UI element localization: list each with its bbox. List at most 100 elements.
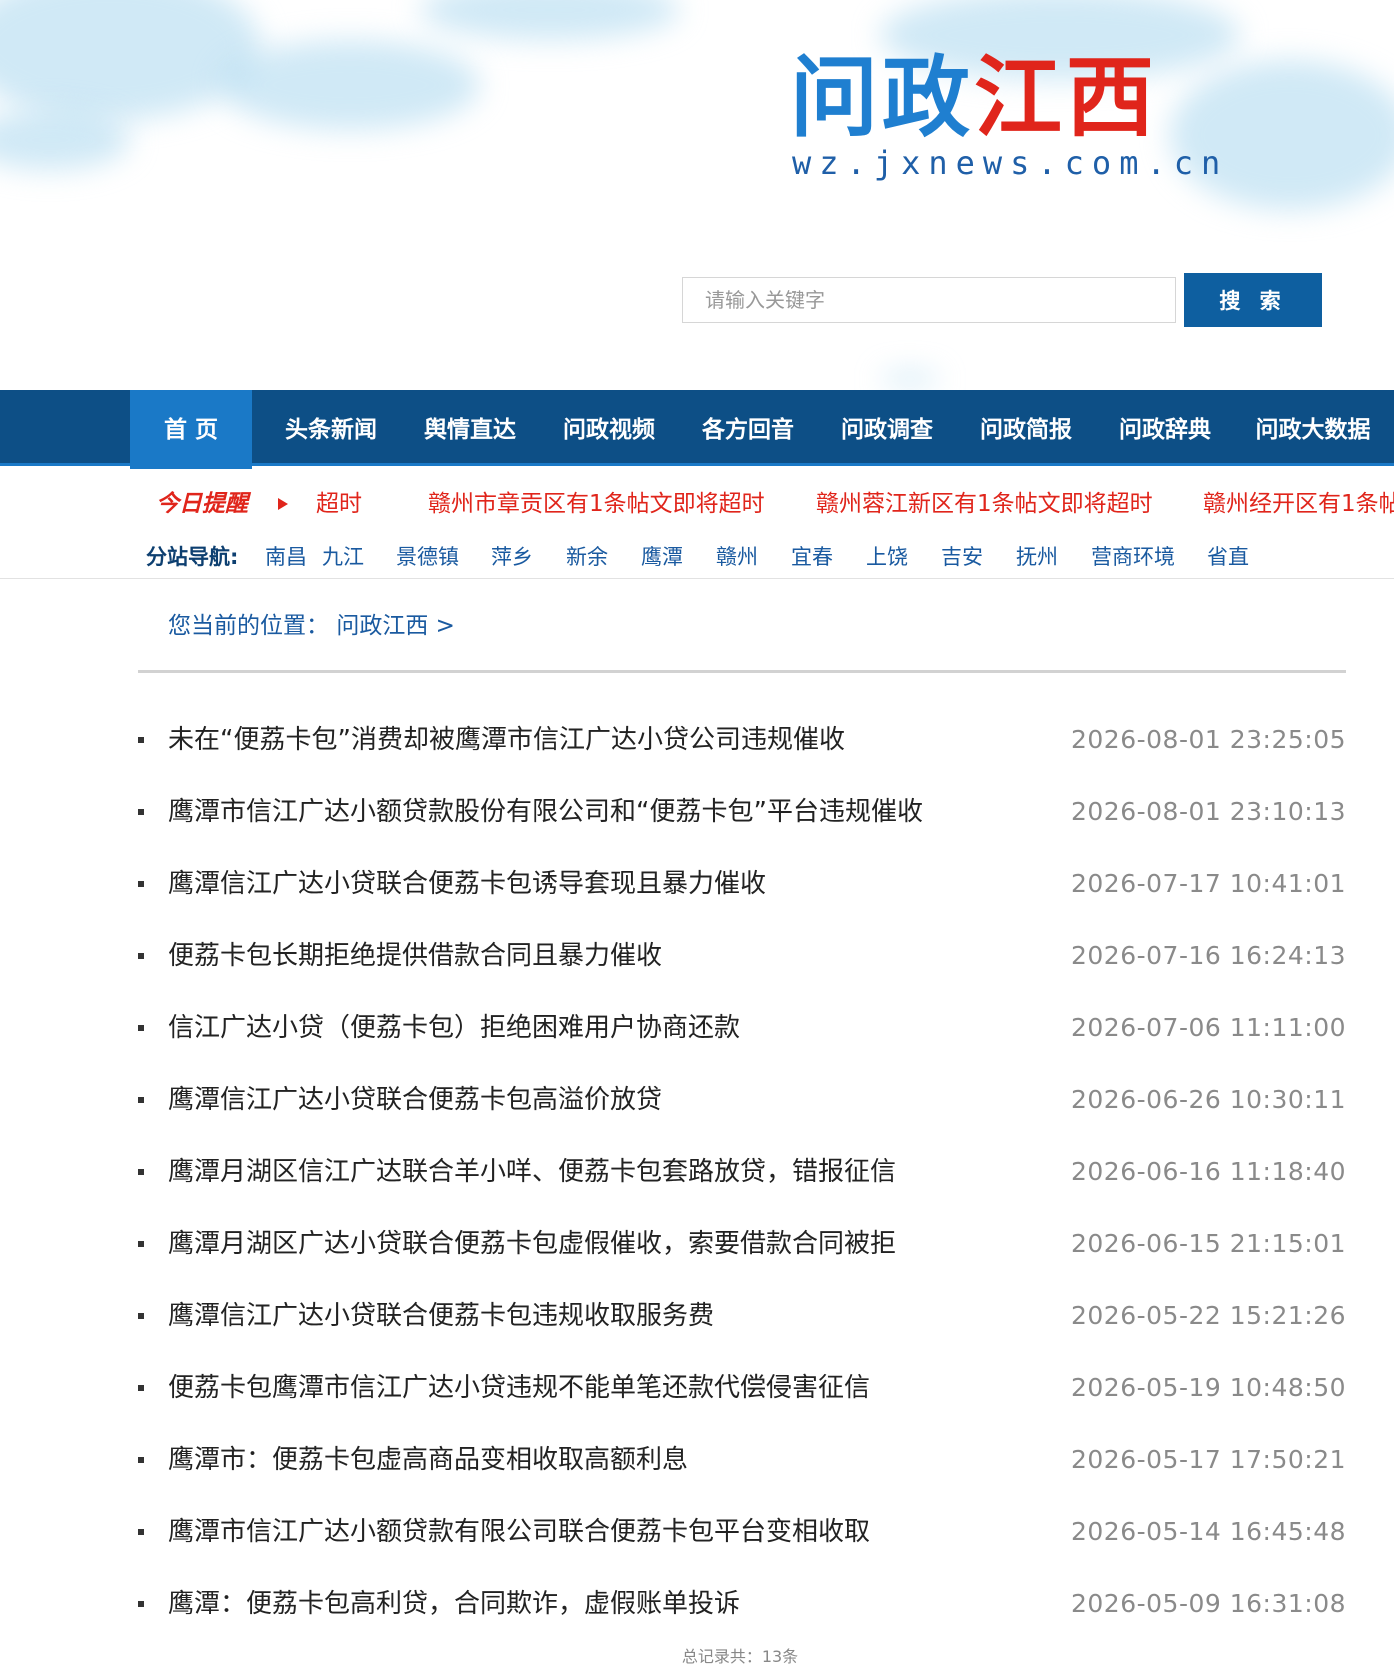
post-date: 2026-06-15 21:15:01 [1070, 1229, 1346, 1258]
list-item: 鹰潭月湖区信江广达联合羊小咩、便荔卡包套路放贷，错报征信 2026-06-16 … [0, 1152, 1394, 1192]
branch-link-xinyu[interactable]: 新余 [566, 540, 608, 574]
bullet-icon [138, 1385, 144, 1391]
nav-item-home[interactable]: 首 页 [130, 390, 252, 469]
branch-link-ganzhou[interactable]: 赣州 [716, 540, 758, 574]
cloud-decoration [220, 40, 480, 130]
post-date: 2026-05-14 16:45:48 [1070, 1517, 1346, 1546]
branch-nav: 分站导航: 南昌 九江 景德镇 萍乡 新余 鹰潭 赣州 宜春 上饶 吉安 抚州 … [0, 540, 1394, 576]
post-title-link[interactable]: 鹰潭市信江广达小额贷款有限公司联合便荔卡包平台变相收取 [168, 1512, 870, 1552]
list-item: 信江广达小贷（便荔卡包）拒绝困难用户协商还款 2026-07-06 11:11:… [0, 1008, 1394, 1048]
bullet-icon [138, 881, 144, 887]
branch-link-provincial[interactable]: 省直 [1207, 540, 1249, 574]
branch-link-fuzhou[interactable]: 抚州 [1016, 540, 1058, 574]
post-title-link[interactable]: 信江广达小贷（便荔卡包）拒绝困难用户协商还款 [168, 1008, 740, 1048]
branch-link-pingxiang[interactable]: 萍乡 [491, 540, 533, 574]
post-date: 2026-05-22 15:21:26 [1070, 1301, 1346, 1330]
reminder-ticker-item[interactable]: 超时 [316, 486, 362, 522]
nav-item-headlines[interactable]: 头条新闻 [270, 390, 392, 466]
reminder-ticker-item[interactable]: 赣州蓉江新区有1条帖文即将超时 [816, 486, 1153, 522]
bullet-icon [138, 737, 144, 743]
list-item: 鹰潭市：便荔卡包虚高商品变相收取高额利息 2026-05-17 17:50:21 [0, 1440, 1394, 1480]
post-title-link[interactable]: 鹰潭：便荔卡包高利贷，合同欺诈，虚假账单投诉 [168, 1584, 740, 1624]
branch-link-jian[interactable]: 吉安 [941, 540, 983, 574]
branch-link-yingtan[interactable]: 鹰潭 [641, 540, 683, 574]
bullet-icon [138, 1313, 144, 1319]
post-title-link[interactable]: 未在“便荔卡包”消费却被鹰潭市信江广达小贷公司违规催收 [168, 720, 845, 760]
list-item: 未在“便荔卡包”消费却被鹰潭市信江广达小贷公司违规催收 2026-08-01 2… [0, 720, 1394, 760]
bullet-icon [138, 809, 144, 815]
breadcrumb-prefix: 您当前的位置： [168, 613, 329, 639]
list-item: 便荔卡包鹰潭市信江广达小贷违规不能单笔还款代偿侵害征信 2026-05-19 1… [0, 1368, 1394, 1408]
branch-link-shangrao[interactable]: 上饶 [866, 540, 908, 574]
list-item: 鹰潭信江广达小贷联合便荔卡包诱导套现且暴力催收 2026-07-17 10:41… [0, 864, 1394, 904]
post-date: 2026-07-06 11:11:00 [1070, 1013, 1346, 1042]
nav-item-survey[interactable]: 问政调查 [826, 390, 948, 466]
nav-item-responses[interactable]: 各方回音 [687, 390, 809, 466]
branch-nav-label: 分站导航: [146, 545, 239, 569]
site-logo[interactable]: 问政江西 wz.jxnews.com.cn [790, 48, 1220, 188]
post-title-link[interactable]: 鹰潭信江广达小贷联合便荔卡包高溢价放贷 [168, 1080, 662, 1120]
logo-part-2: 江西 [974, 46, 1159, 149]
logo-title: 问政江西 [790, 48, 1158, 148]
bullet-icon [138, 1601, 144, 1607]
divider [0, 578, 1394, 579]
post-title-link[interactable]: 鹰潭市：便荔卡包虚高商品变相收取高额利息 [168, 1440, 688, 1480]
post-date: 2026-05-09 16:31:08 [1070, 1589, 1346, 1618]
logo-part-1: 问政 [790, 46, 975, 149]
post-title-link[interactable]: 便荔卡包长期拒绝提供借款合同且暴力催收 [168, 936, 662, 976]
bullet-icon [138, 1025, 144, 1031]
reminder-ticker-item[interactable]: 赣州市章贡区有1条帖文即将超时 [428, 486, 765, 522]
cloud-decoration [880, 372, 940, 386]
nav-item-video[interactable]: 问政视频 [548, 390, 670, 466]
nav-item-briefing[interactable]: 问政简报 [965, 390, 1087, 466]
bullet-icon [138, 1457, 144, 1463]
post-date: 2026-08-01 23:25:05 [1070, 725, 1346, 754]
post-date: 2026-05-17 17:50:21 [1070, 1445, 1346, 1474]
bullet-icon [138, 1529, 144, 1535]
breadcrumb-home-link[interactable]: 问政江西 [336, 613, 428, 639]
nav-item-dictionary[interactable]: 问政辞典 [1104, 390, 1226, 466]
post-date: 2026-05-19 10:48:50 [1070, 1373, 1346, 1402]
search-button[interactable]: 搜 索 [1184, 273, 1322, 327]
site-header: 问政江西 wz.jxnews.com.cn 搜 索 [0, 0, 1394, 392]
branch-link-jiujiang[interactable]: 九江 [322, 540, 364, 574]
nav-item-public-opinion[interactable]: 舆情直达 [409, 390, 531, 466]
logo-url: wz.jxnews.com.cn [792, 144, 1229, 182]
reminder-label: 今日提醒 [156, 491, 248, 517]
post-title-link[interactable]: 鹰潭信江广达小贷联合便荔卡包诱导套现且暴力催收 [168, 864, 766, 904]
list-item: 鹰潭信江广达小贷联合便荔卡包违规收取服务费 2026-05-22 15:21:2… [0, 1296, 1394, 1336]
reminder-arrow-icon [278, 498, 288, 510]
bullet-icon [138, 1241, 144, 1247]
list-item: 鹰潭月湖区广达小贷联合便荔卡包虚假催收，索要借款合同被拒 2026-06-15 … [0, 1224, 1394, 1264]
post-title-link[interactable]: 鹰潭信江广达小贷联合便荔卡包违规收取服务费 [168, 1296, 714, 1336]
total-records: 总记录共：13条 [681, 1647, 799, 1666]
branch-link-yichun[interactable]: 宜春 [791, 540, 833, 574]
post-title-link[interactable]: 便荔卡包鹰潭市信江广达小贷违规不能单笔还款代偿侵害征信 [168, 1368, 870, 1408]
nav-item-big-data[interactable]: 问政大数据 [1238, 390, 1388, 466]
bullet-icon [138, 1169, 144, 1175]
post-date: 2026-08-01 23:10:13 [1070, 797, 1346, 826]
list-item: 鹰潭信江广达小贷联合便荔卡包高溢价放贷 2026-06-26 10:30:11 [0, 1080, 1394, 1120]
list-item: 鹰潭市信江广达小额贷款股份有限公司和“便荔卡包”平台违规催收 2026-08-0… [0, 792, 1394, 832]
list-item: 鹰潭：便荔卡包高利贷，合同欺诈，虚假账单投诉 2026-05-09 16:31:… [0, 1584, 1394, 1624]
breadcrumb: 您当前的位置： 问政江西 > [168, 610, 455, 642]
post-title-link[interactable]: 鹰潭市信江广达小额贷款股份有限公司和“便荔卡包”平台违规催收 [168, 792, 923, 832]
post-date: 2026-06-16 11:18:40 [1070, 1157, 1346, 1186]
bullet-icon [138, 1097, 144, 1103]
branch-link-jingdezhen[interactable]: 景德镇 [396, 540, 459, 574]
branch-link-nanchang[interactable]: 南昌 [265, 540, 307, 574]
search-input[interactable] [682, 277, 1176, 323]
post-title-link[interactable]: 鹰潭月湖区信江广达联合羊小咩、便荔卡包套路放贷，错报征信 [168, 1152, 896, 1192]
post-date: 2026-07-17 10:41:01 [1070, 869, 1346, 898]
bullet-icon [138, 953, 144, 959]
cloud-decoration [0, 0, 260, 120]
post-title-link[interactable]: 鹰潭月湖区广达小贷联合便荔卡包虚假催收，索要借款合同被拒 [168, 1224, 896, 1264]
divider [138, 670, 1346, 673]
branch-link-business-environment[interactable]: 营商环境 [1091, 540, 1175, 574]
post-date: 2026-06-26 10:30:11 [1070, 1085, 1346, 1114]
main-nav: 首 页 头条新闻 舆情直达 问政视频 各方回音 问政调查 问政简报 问政辞典 问… [0, 390, 1394, 469]
cloud-decoration [420, 0, 680, 40]
breadcrumb-separator: > [435, 613, 455, 639]
today-reminder: 今日提醒 超时 赣州市章贡区有1条帖文即将超时 赣州蓉江新区有1条帖文即将超时 … [0, 486, 1394, 522]
reminder-ticker-item[interactable]: 赣州经开区有1条帖 [1203, 486, 1394, 522]
